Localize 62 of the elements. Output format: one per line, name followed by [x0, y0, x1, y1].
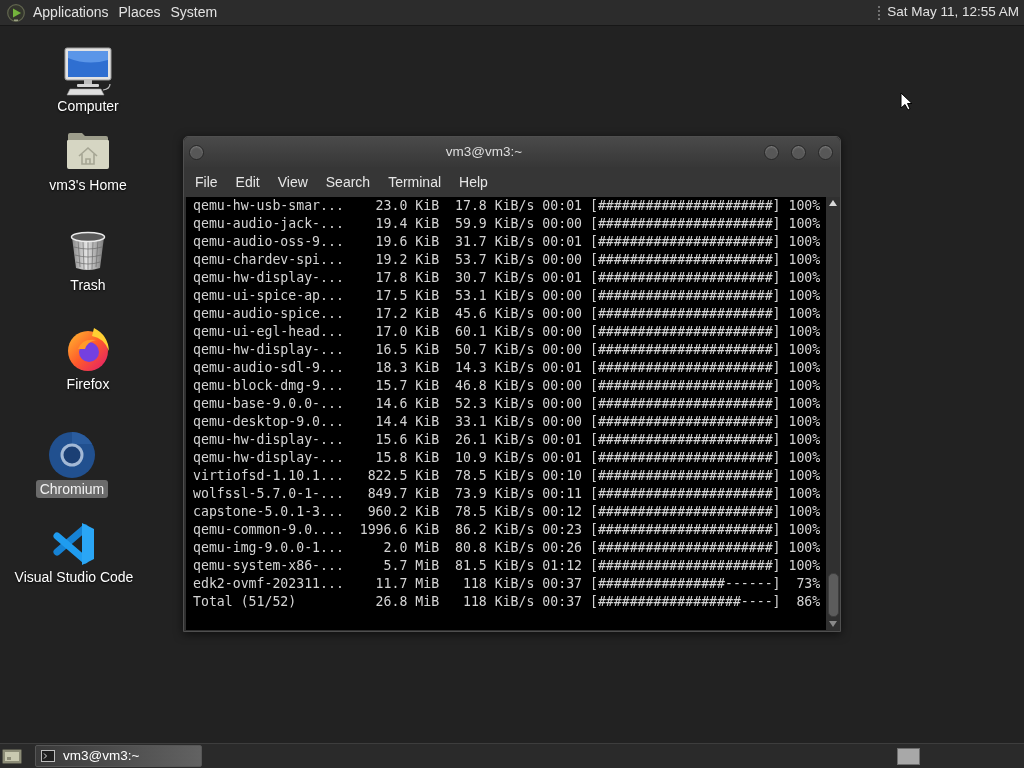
taskbar-button[interactable]: vm3@vm3:~	[35, 745, 202, 767]
terminal-line: edk2-ovmf-202311... 11.7 MiB 118 KiB/s 00:37 [################------] 73%	[193, 575, 822, 593]
terminal-line: qemu-ui-spice-ap... 17.5 KiB 53.1 KiB/s 00:00 [######################] 100%	[193, 287, 822, 305]
panel-menu[interactable]: Applications	[28, 0, 114, 25]
desktop-icon[interactable]	[2, 747, 22, 765]
terminal-line: capstone-5.0.1-3... 960.2 KiB 78.5 KiB/s 00:12 [######################] 100%	[193, 503, 822, 521]
window-control-button[interactable]	[818, 144, 833, 160]
terminal-line: qemu-audio-sdl-9... 18.3 KiB 14.3 KiB/s 00:01 [######################] 100%	[193, 359, 822, 377]
terminal-line: qemu-hw-usb-smar... 23.0 KiB 17.8 KiB/s 00:01 [######################] 100%	[193, 197, 822, 215]
terminal-icon	[41, 750, 55, 762]
terminal-line: wolfssl-5.7.0-1-... 849.7 KiB 73.9 KiB/s 00:11 [######################] 100%	[193, 485, 822, 503]
terminal-line: qemu-base-9.0.0-... 14.6 KiB 52.3 KiB/s 00:00 [######################] 100%	[193, 395, 822, 413]
shortcut-label[interactable]: vm3's Home	[45, 176, 131, 194]
terminal-output[interactable]	[186, 197, 826, 630]
trash-can-icon[interactable]	[70, 230, 106, 272]
terminal-line: qemu-chardev-spi... 19.2 KiB 53.7 KiB/s 00:00 [######################] 100%	[193, 251, 822, 269]
terminal-line: qemu-hw-display-... 16.5 KiB 50.7 KiB/s 00:00 [######################] 100%	[193, 341, 822, 359]
terminal-line: qemu-img-9.0.0-1... 2.0 MiB 80.8 KiB/s 00:26 [######################] 100%	[193, 539, 822, 557]
panel-menu[interactable]: Places	[113, 0, 166, 25]
terminal-line: qemu-hw-display-... 15.6 KiB 26.1 KiB/s 00:01 [######################] 100%	[193, 431, 822, 449]
window-menu-button[interactable]	[189, 144, 204, 160]
mouse-pointer-icon	[900, 92, 913, 111]
shortcut-label[interactable]: Trash	[66, 276, 110, 294]
play-logo-icon[interactable]	[7, 3, 25, 22]
shortcut-label[interactable]: Firefox	[62, 375, 114, 393]
menu-item[interactable]: Terminal	[379, 169, 451, 195]
menu-item[interactable]: Help	[450, 169, 497, 195]
firefox-icon[interactable]	[65, 326, 111, 372]
shortcut-label[interactable]: Chromium	[35, 480, 109, 498]
window-title: vm3@vm3:~	[444, 142, 524, 161]
window-control-button[interactable]	[791, 144, 806, 160]
home-folder-icon[interactable]	[66, 131, 110, 171]
up-arrow-icon[interactable]	[829, 200, 837, 206]
menu-item[interactable]: File	[186, 169, 227, 195]
terminal-line: qemu-hw-display-... 17.8 KiB 30.7 KiB/s 00:01 [######################] 100%	[193, 269, 822, 287]
down-arrow-icon[interactable]	[829, 621, 837, 627]
menu-item[interactable]: Search	[316, 169, 380, 195]
terminal-line: Total (51/52) 26.8 MiB 118 KiB/s 00:37 [##################----] 86%	[193, 593, 822, 611]
clock[interactable]: Sat May 11, 12:55 AM	[887, 2, 1019, 23]
menu-item[interactable]: Edit	[226, 169, 269, 195]
drag-handle-icon[interactable]	[877, 4, 882, 21]
vscode-icon[interactable]	[52, 521, 96, 567]
panel-menu[interactable]: System	[165, 0, 223, 25]
terminal-line: qemu-ui-egl-head... 17.0 KiB 60.1 KiB/s 00:00 [######################] 100%	[193, 323, 822, 341]
menu-item[interactable]: View	[268, 169, 317, 195]
scroll-thumb[interactable]	[827, 573, 839, 617]
window-control-button[interactable]	[764, 144, 779, 160]
terminal-line: qemu-desktop-9.0... 14.4 KiB 33.1 KiB/s 00:00 [######################] 100%	[193, 413, 822, 431]
terminal-line: qemu-block-dmg-9... 15.7 KiB 46.8 KiB/s 00:00 [######################] 100%	[193, 377, 822, 395]
terminal-line: qemu-hw-display-... 15.8 KiB 10.9 KiB/s 00:01 [######################] 100%	[193, 449, 822, 467]
chromium-icon[interactable]	[48, 431, 96, 479]
scrollbar[interactable]	[826, 197, 840, 630]
terminal-line: qemu-audio-spice... 17.2 KiB 45.6 KiB/s 00:00 [######################] 100%	[193, 305, 822, 323]
terminal-line: qemu-audio-oss-9... 19.6 KiB 31.7 KiB/s 00:01 [######################] 100%	[193, 233, 822, 251]
workspace-switcher[interactable]	[897, 747, 920, 765]
shortcut-label[interactable]: Visual Studio Code	[10, 568, 138, 586]
terminal-line: qemu-audio-jack-... 19.4 KiB 59.9 KiB/s 00:00 [######################] 100%	[193, 215, 822, 233]
shortcut-label[interactable]: Computer	[53, 97, 123, 115]
terminal-line: virtiofsd-1.10.1... 822.5 KiB 78.5 KiB/s 00:10 [######################] 100%	[193, 467, 822, 485]
terminal-line: qemu-common-9.0.... 1996.6 KiB 86.2 KiB/s 00:23 [######################] 100%	[193, 521, 822, 539]
computer-icon[interactable]	[64, 47, 112, 96]
terminal-line: qemu-system-x86-... 5.7 MiB 81.5 KiB/s 01:12 [######################] 100%	[193, 557, 822, 575]
